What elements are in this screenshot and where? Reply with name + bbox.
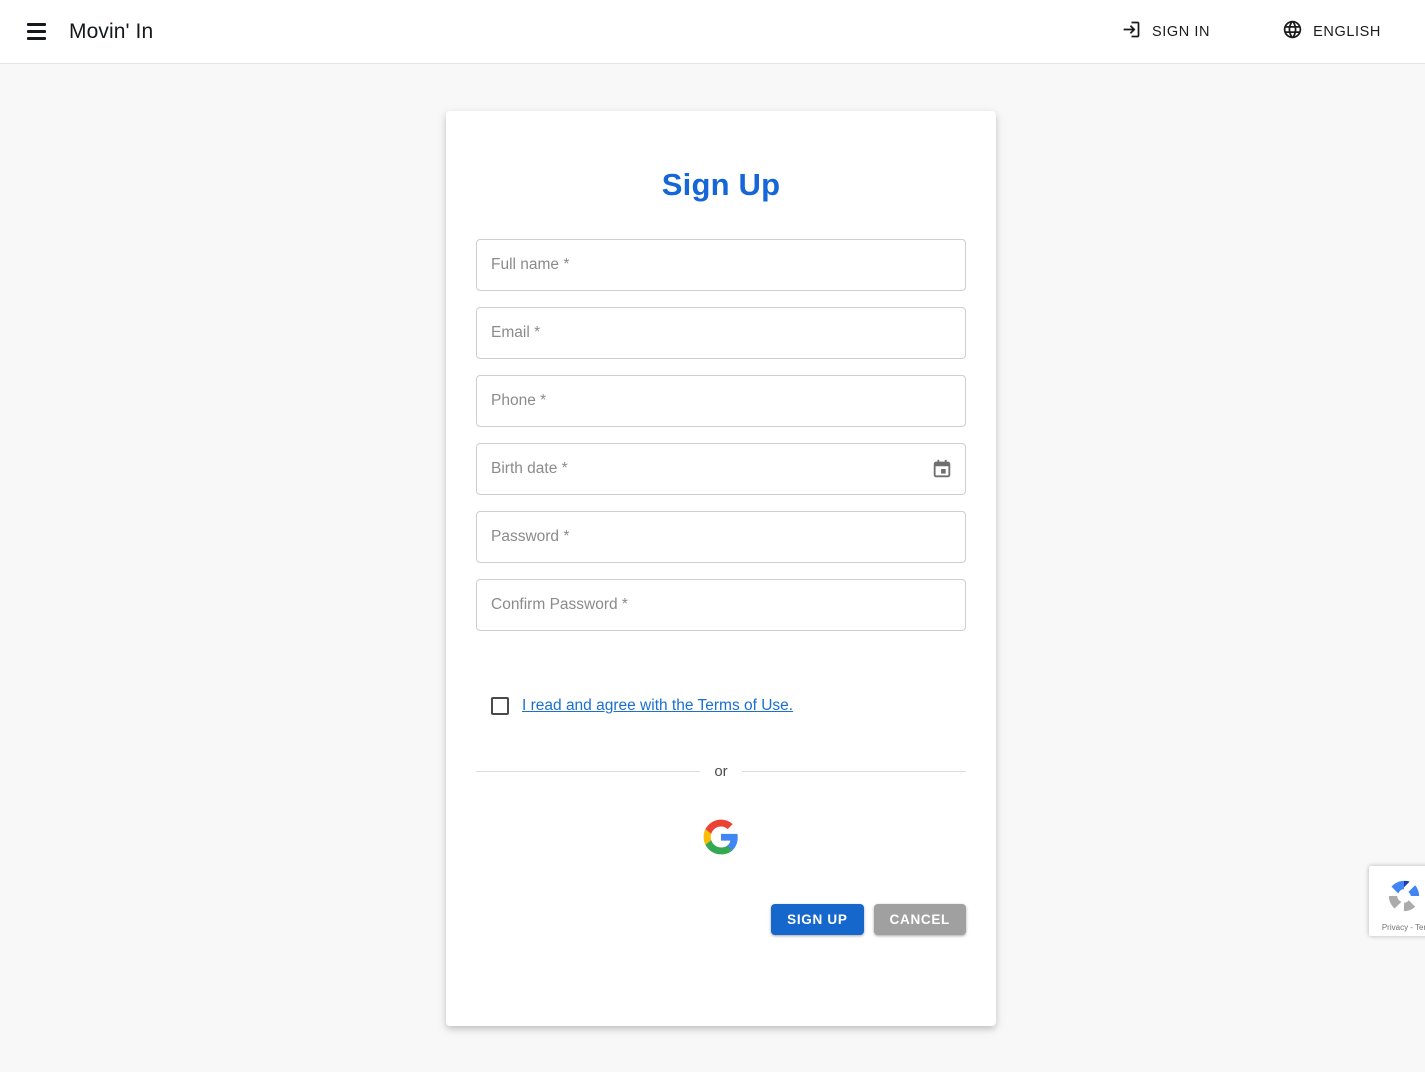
recaptcha-icon [1382,874,1425,918]
brand-title: Movin' In [69,19,154,43]
cancel-button[interactable]: CANCEL [873,904,966,935]
birth-date-field[interactable] [476,443,966,495]
signup-form [476,239,966,631]
recaptcha-privacy-text: Privacy - Ter [1381,923,1425,932]
terms-of-use-link[interactable]: I read and agree with the Terms of Use. [522,697,793,715]
recaptcha-badge[interactable]: Privacy - Ter [1369,866,1425,936]
hamburger-menu-icon [26,23,46,40]
google-g-icon [702,819,740,859]
email-field[interactable] [476,307,966,359]
sign-in-label: SIGN IN [1151,23,1211,40]
full-name-field[interactable] [476,239,966,291]
full-name-input[interactable] [477,240,965,290]
sign-in-button[interactable]: SIGN IN [1111,11,1220,52]
app-header: Movin' In SIGN IN ENGLISH [0,0,1425,64]
globe-icon [1282,19,1303,44]
confirm-password-input[interactable] [477,580,965,630]
password-input[interactable] [477,512,965,562]
google-sign-in-button[interactable] [698,814,744,860]
social-signin-row [476,814,966,860]
phone-field[interactable] [476,375,966,427]
divider-line-left [476,771,701,772]
hamburger-menu-button[interactable] [16,12,56,52]
phone-input[interactable] [477,376,965,426]
terms-row: I read and agree with the Terms of Use. [476,697,966,715]
divider-label: or [714,763,728,780]
terms-checkbox[interactable] [491,697,509,715]
sign-up-button[interactable]: SIGN UP [771,904,864,935]
language-label: ENGLISH [1313,23,1381,40]
form-actions: SIGN UP CANCEL [476,904,966,935]
birth-date-input[interactable] [477,444,965,494]
or-divider: or [476,763,966,780]
password-field[interactable] [476,511,966,563]
calendar-icon[interactable] [931,458,953,480]
login-icon [1121,19,1142,44]
confirm-password-field[interactable] [476,579,966,631]
language-button[interactable]: ENGLISH [1272,11,1391,52]
divider-line-right [741,771,966,772]
email-input[interactable] [477,308,965,358]
page-title: Sign Up [661,167,781,202]
signup-card: Sign Up I read and [446,111,996,1026]
